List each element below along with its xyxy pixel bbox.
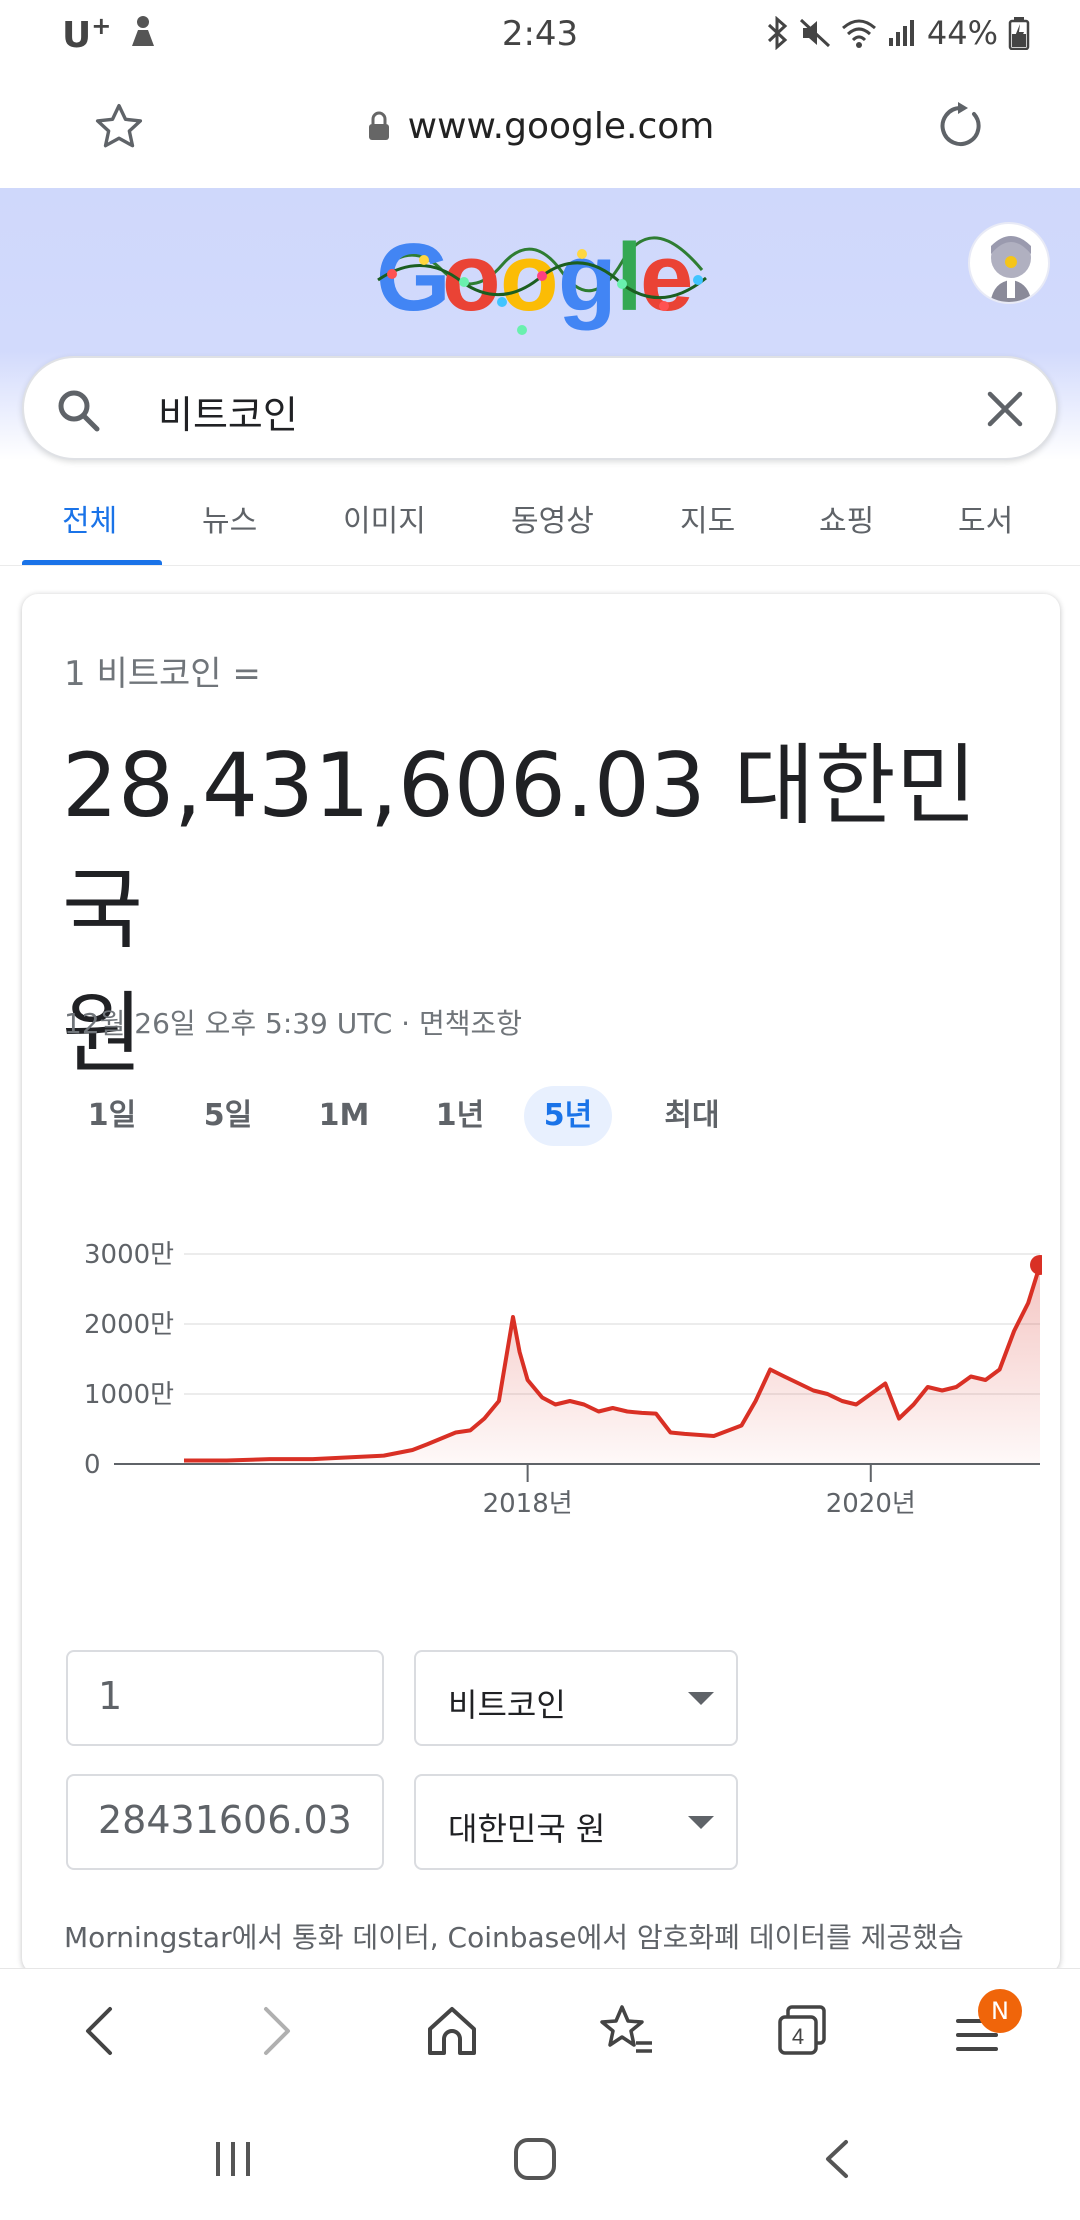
notification-badge: N [978, 1989, 1022, 2033]
browser-toolbar: 4 N [0, 1968, 1080, 2098]
result-input[interactable]: 28431606.03 [66, 1774, 384, 1870]
chart-y-tick-label: 3000만 [84, 1240, 174, 1270]
tab-images[interactable]: 이미지 [343, 496, 426, 540]
amount-input[interactable]: 1 [66, 1650, 384, 1746]
search-icon[interactable] [54, 386, 102, 438]
home-button-icon[interactable] [512, 2136, 558, 2186]
forward-icon[interactable] [254, 1999, 300, 2067]
chevron-down-icon [688, 1816, 714, 1829]
chart-y-tick-label: 1000만 [84, 1380, 174, 1410]
google-doodle-logo[interactable]: G o o g l e [372, 210, 712, 340]
address-bar: www.google.com [0, 66, 1080, 188]
conversion-result-line1: 28,431,606.03 대한민국 [62, 734, 977, 961]
mute-icon [799, 18, 830, 48]
tab-books[interactable]: 도서 [958, 496, 1013, 540]
svg-text:G: G [376, 224, 451, 331]
period-1y[interactable]: 1년 [414, 1086, 506, 1146]
tab-news[interactable]: 뉴스 [202, 496, 257, 540]
to-currency-select[interactable]: 대한민국 원 [414, 1774, 738, 1870]
battery-icon [1008, 17, 1030, 50]
svg-text:l: l [616, 224, 643, 331]
period-selector: 1일 5일 1M 1년 5년 최대 [52, 1086, 1032, 1146]
tab-count: 4 [792, 2024, 804, 2049]
from-currency-select[interactable]: 비트코인 [414, 1650, 738, 1746]
search-box[interactable]: 비트코인 [22, 356, 1058, 460]
system-back-icon[interactable] [820, 2136, 854, 2186]
period-5y[interactable]: 5년 [524, 1086, 612, 1146]
home-icon[interactable] [424, 1999, 480, 2067]
tab-all[interactable]: 전체 [62, 496, 117, 540]
url-text: www.google.com [407, 106, 715, 147]
tab-videos[interactable]: 동영상 [511, 496, 594, 540]
data-source-note: Morningstar에서 통화 데이터, Coinbase에서 암호화폐 데이… [64, 1921, 964, 1954]
svg-text:o: o [442, 224, 501, 331]
chart-y-tick-label: 2000만 [84, 1310, 174, 1340]
price-chart[interactable]: 3000만 2000만 1000만 0 2018년 2020년 [52, 1214, 1042, 1534]
search-tabs: 전체 뉴스 이미지 동영상 지도 쇼핑 도서 [0, 470, 1080, 566]
currency-converter-card: 1 비트코인 = 28,431,606.03 대한민국 원 12월 26일 오후… [22, 594, 1060, 1974]
chevron-down-icon [688, 1692, 714, 1705]
tab-maps[interactable]: 지도 [680, 496, 735, 540]
lock-icon [368, 111, 389, 140]
google-header: G o o g l e 비트코인 [0, 188, 1080, 460]
wifi-icon [841, 19, 876, 48]
period-1d[interactable]: 1일 [66, 1086, 158, 1146]
recent-apps-icon[interactable] [210, 2138, 256, 2184]
tabs-icon[interactable]: 4 [774, 1999, 830, 2067]
close-icon[interactable] [984, 388, 1026, 434]
reload-icon[interactable] [934, 100, 986, 156]
battery-percent: 44% [926, 14, 998, 52]
chart-x-tick-label: 2020년 [826, 1489, 916, 1519]
search-input[interactable]: 비트코인 [158, 384, 298, 439]
avatar[interactable] [968, 222, 1050, 304]
from-currency-label: 비트코인 [448, 1686, 566, 1724]
tab-shopping[interactable]: 쇼핑 [819, 496, 874, 540]
chart-current-point [1030, 1254, 1042, 1275]
period-1m[interactable]: 1M [298, 1086, 390, 1146]
period-5d[interactable]: 5일 [182, 1086, 274, 1146]
chart-x-tick-label: 2018년 [483, 1489, 573, 1519]
from-amount-label: 1 비트코인 = [64, 654, 261, 694]
status-bar: U+ 2:43 44% [0, 0, 1080, 66]
to-currency-label: 대한민국 원 [448, 1810, 606, 1848]
timestamp-disclaimer[interactable]: 12월 26일 오후 5:39 UTC · 면책조항 [64, 1002, 522, 1042]
back-icon[interactable] [76, 1999, 122, 2067]
bookmarks-icon[interactable] [596, 1999, 656, 2067]
svg-text:o: o [500, 224, 559, 331]
svg-text:e: e [640, 224, 693, 331]
active-tab-indicator [22, 560, 162, 565]
svg-text:g: g [558, 224, 617, 331]
signal-icon [888, 20, 914, 46]
chart-y-tick-label: 0 [84, 1450, 101, 1480]
url-field[interactable]: www.google.com [0, 106, 1080, 147]
chart-area-fill [184, 1265, 1040, 1464]
result-input-value: 28431606.03 [98, 1798, 352, 1842]
amount-input-value: 1 [98, 1674, 123, 1718]
period-max[interactable]: 최대 [646, 1086, 738, 1146]
bluetooth-icon [767, 16, 788, 50]
system-nav-bar [0, 2098, 1080, 2220]
status-icons: 44% [765, 14, 1030, 52]
